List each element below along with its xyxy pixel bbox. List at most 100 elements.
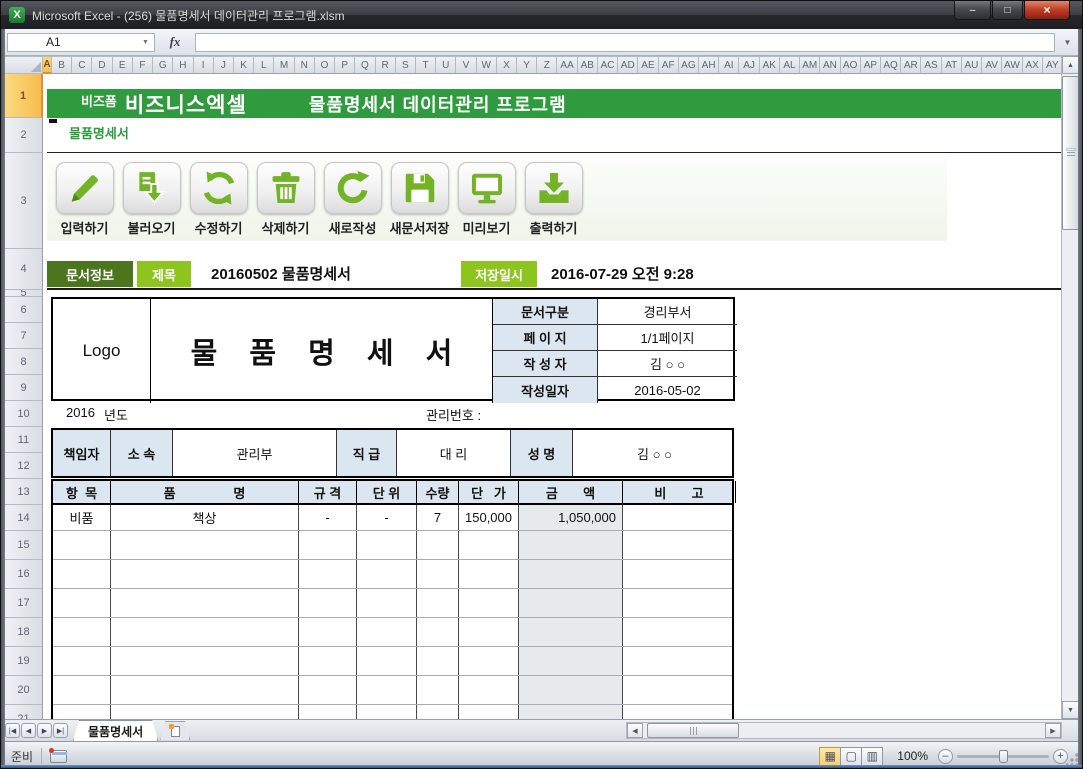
scroll-down-icon[interactable]: ▼ xyxy=(1062,701,1079,719)
manager-cell[interactable]: 소 속 xyxy=(111,430,173,476)
next-sheet-icon[interactable]: ▶ xyxy=(37,723,52,738)
items-header-cell[interactable]: 품 명 xyxy=(111,481,299,503)
items-cell[interactable]: 책상 xyxy=(111,505,299,530)
column-header-G[interactable]: G xyxy=(153,56,174,74)
items-cell-empty[interactable] xyxy=(623,618,736,646)
column-header-Y[interactable]: Y xyxy=(517,56,538,74)
column-header-AS[interactable]: AS xyxy=(921,56,942,74)
items-cell-empty[interactable] xyxy=(53,705,111,719)
items-cell-empty[interactable] xyxy=(459,618,519,646)
saved-datetime-button[interactable]: 저장일시 xyxy=(461,261,537,287)
first-sheet-icon[interactable]: |◀ xyxy=(5,723,20,738)
items-cell-empty[interactable] xyxy=(111,531,299,559)
items-cell-empty[interactable] xyxy=(299,676,357,704)
items-cell-empty[interactable] xyxy=(417,647,459,675)
items-cell[interactable]: 150,000 xyxy=(459,505,519,530)
items-cell-empty[interactable] xyxy=(111,560,299,588)
items-cell-empty[interactable] xyxy=(459,676,519,704)
items-cell-empty[interactable] xyxy=(623,531,736,559)
items-cell-empty[interactable] xyxy=(459,589,519,617)
items-header-cell[interactable]: 단 가 xyxy=(459,481,519,503)
toolbar-button-2[interactable]: 불러오기 xyxy=(118,162,185,237)
sheet-tab-active[interactable]: 물품명세서 xyxy=(73,720,158,741)
horizontal-scroll-thumb[interactable] xyxy=(647,723,739,738)
items-cell-empty[interactable] xyxy=(299,618,357,646)
zoom-out-icon[interactable]: – xyxy=(938,748,953,764)
items-cell[interactable]: - xyxy=(357,505,417,530)
doc-info-value[interactable]: 김 ○ ○ xyxy=(598,351,737,377)
items-cell-empty[interactable] xyxy=(111,676,299,704)
items-cell-empty[interactable] xyxy=(623,705,736,719)
toolbar-button-3[interactable]: 수정하기 xyxy=(185,162,252,237)
items-cell-empty[interactable] xyxy=(299,560,357,588)
doc-info-button[interactable]: 문서정보 xyxy=(47,261,133,287)
zoom-slider-handle[interactable] xyxy=(999,749,1008,763)
doc-info-label[interactable]: 작성일자 xyxy=(493,377,598,403)
horizontal-scrollbar[interactable]: ◀ ▶ xyxy=(626,722,1062,739)
vertical-scrollbar[interactable]: ▲ ▼ xyxy=(1061,56,1079,719)
toolbar-button-7[interactable]: 미리보기 xyxy=(453,162,520,237)
column-header-AQ[interactable]: AQ xyxy=(880,56,902,74)
items-cell-empty[interactable] xyxy=(623,647,736,675)
normal-view-icon[interactable]: ▦ xyxy=(819,746,842,766)
doc-info-label[interactable]: 문서구분 xyxy=(493,299,598,325)
doc-info-label[interactable]: 페 이 지 xyxy=(493,325,598,351)
restore-button[interactable]: □ xyxy=(992,1,1023,20)
items-cell-empty[interactable] xyxy=(519,560,623,588)
last-sheet-icon[interactable]: ▶| xyxy=(53,723,68,738)
column-header-A[interactable]: A xyxy=(43,56,52,74)
items-cell-empty[interactable] xyxy=(519,589,623,617)
row-header-20[interactable]: 20 xyxy=(5,676,43,705)
row-header-11[interactable]: 11 xyxy=(5,427,43,453)
manager-cell[interactable]: 관리부 xyxy=(173,430,337,476)
column-header-J[interactable]: J xyxy=(213,56,234,74)
items-cell-empty[interactable] xyxy=(53,589,111,617)
manager-cell[interactable]: 김 ○ ○ xyxy=(573,430,736,476)
column-header-T[interactable]: T xyxy=(415,56,437,74)
column-header-Z[interactable]: Z xyxy=(537,56,558,74)
column-header-AG[interactable]: AG xyxy=(678,56,699,74)
items-cell[interactable]: 1,050,000 xyxy=(519,505,623,530)
page-break-view-icon[interactable]: ▥ xyxy=(861,746,884,766)
column-header-AD[interactable]: AD xyxy=(618,56,639,74)
items-cell-empty[interactable] xyxy=(357,705,417,719)
items-cell-empty[interactable] xyxy=(519,618,623,646)
sheet-grid[interactable]: 비즈폼 비즈니스엑셀 물품명세서 데이터관리 프로그램 물품명세서 입력하기 불러… xyxy=(43,74,1063,719)
row-header-21[interactable]: 21 xyxy=(5,705,43,719)
column-header-D[interactable]: D xyxy=(92,56,113,74)
doc-info-value[interactable]: 2016-05-02 xyxy=(598,377,737,403)
column-header-P[interactable]: P xyxy=(335,56,356,74)
items-cell-empty[interactable] xyxy=(519,531,623,559)
row-header-13[interactable]: 13 xyxy=(5,479,43,505)
items-cell-empty[interactable] xyxy=(417,560,459,588)
items-cell-empty[interactable] xyxy=(459,705,519,719)
toolbar-button-8[interactable]: 출력하기 xyxy=(520,162,587,237)
items-cell-empty[interactable] xyxy=(53,647,111,675)
doc-info-label[interactable]: 작 성 자 xyxy=(493,351,598,377)
toolbar-button-4[interactable]: 삭제하기 xyxy=(252,162,319,237)
row-header-15[interactable]: 15 xyxy=(5,531,43,560)
column-header-AP[interactable]: AP xyxy=(860,56,881,74)
toolbar-button-5[interactable]: 새로작성 xyxy=(319,162,386,237)
items-cell[interactable] xyxy=(623,505,736,530)
row-header-8[interactable]: 8 xyxy=(5,349,43,375)
items-cell-empty[interactable] xyxy=(417,705,459,719)
items-cell-empty[interactable] xyxy=(623,560,736,588)
items-cell-empty[interactable] xyxy=(357,618,417,646)
column-header-AY[interactable]: AY xyxy=(1042,56,1063,74)
items-cell-empty[interactable] xyxy=(53,560,111,588)
items-cell-empty[interactable] xyxy=(623,589,736,617)
column-header-AJ[interactable]: AJ xyxy=(739,56,760,74)
column-header-AI[interactable]: AI xyxy=(719,56,740,74)
items-cell-empty[interactable] xyxy=(417,531,459,559)
items-cell-empty[interactable] xyxy=(417,618,459,646)
column-header-AU[interactable]: AU xyxy=(961,56,983,74)
column-header-R[interactable]: R xyxy=(375,56,396,74)
row-header-4[interactable]: 4 xyxy=(5,249,43,290)
document-title-cell[interactable]: 물 품 명 세 서 xyxy=(151,299,493,403)
name-box[interactable]: A1 ▼ xyxy=(7,32,155,52)
toolbar-button-6[interactable]: 새문서저장 xyxy=(386,162,453,237)
toolbar-button-1[interactable]: 입력하기 xyxy=(51,162,118,237)
column-header-N[interactable]: N xyxy=(294,56,315,74)
column-header-AV[interactable]: AV xyxy=(982,56,1003,74)
